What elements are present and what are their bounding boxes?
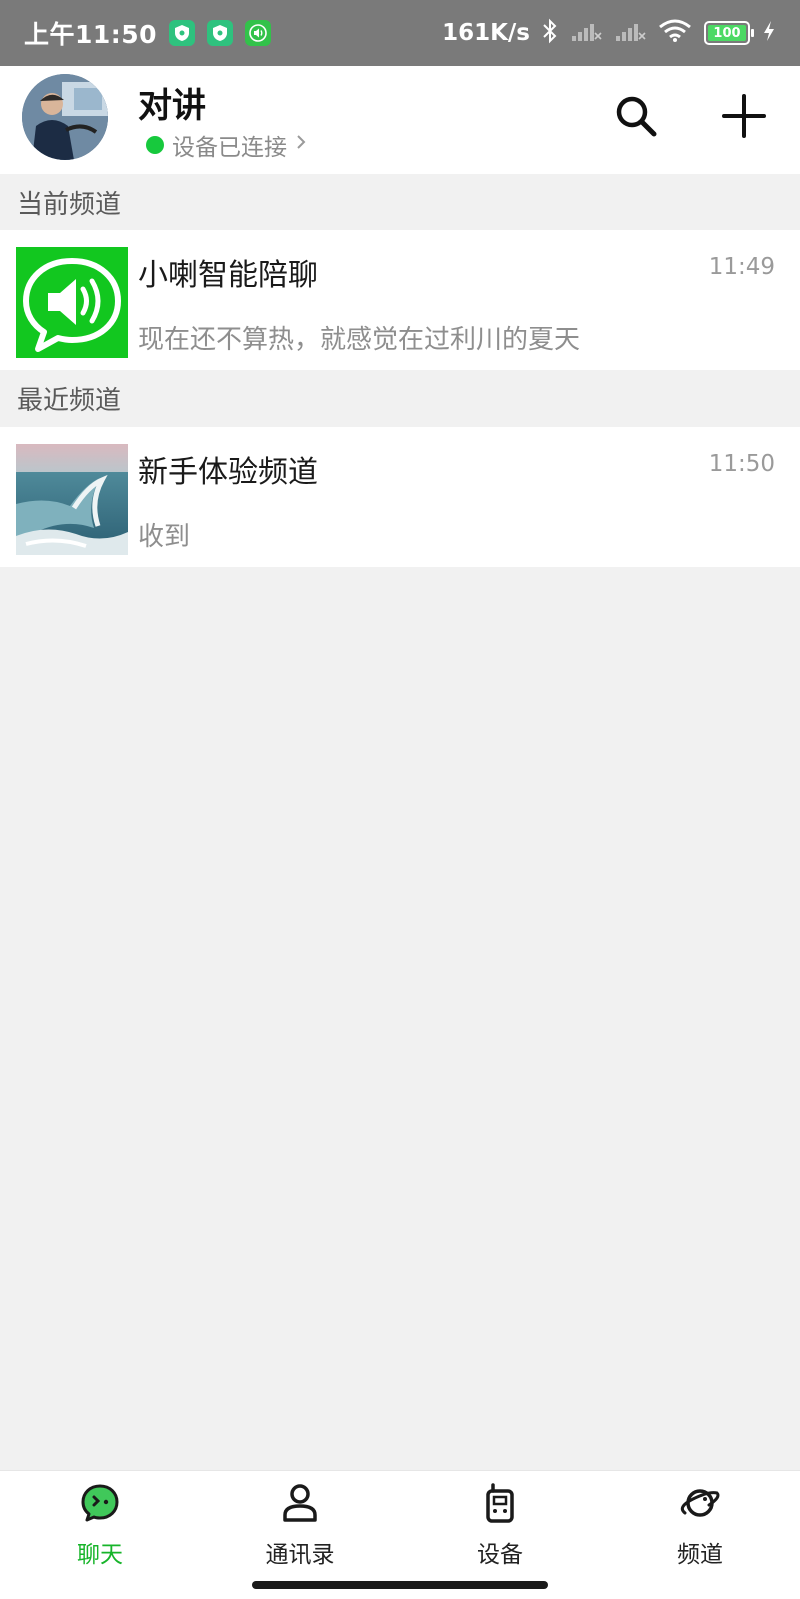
current-channel-row[interactable]: 小喇智能陪聊 11:49 现在还不算热，就感觉在过利川的夏天 bbox=[0, 230, 800, 370]
bottom-navigation: 聊天 通讯录 设备 频道 bbox=[0, 1470, 800, 1599]
search-icon bbox=[614, 94, 658, 142]
avatar[interactable] bbox=[22, 74, 108, 160]
channel-name: 新手体验频道 bbox=[138, 455, 318, 490]
tab-channels[interactable]: 频道 bbox=[600, 1471, 800, 1599]
battery-level: 100 bbox=[708, 25, 746, 41]
status-bar-left: 上午11:50 bbox=[24, 15, 272, 51]
signal-icon bbox=[570, 20, 602, 46]
tab-device-label: 设备 bbox=[477, 1542, 523, 1568]
plus-icon bbox=[722, 94, 766, 142]
wifi-icon bbox=[658, 19, 692, 47]
network-speed: 161K/s bbox=[442, 20, 530, 46]
chat-bubble-icon bbox=[78, 1481, 122, 1525]
shield-app-icon bbox=[207, 20, 234, 46]
signal-icon bbox=[614, 20, 646, 46]
tab-contacts[interactable]: 通讯录 bbox=[200, 1471, 400, 1599]
tab-chat[interactable]: 聊天 bbox=[0, 1471, 200, 1599]
tab-contacts-label: 通讯录 bbox=[265, 1542, 335, 1568]
person-icon bbox=[278, 1481, 322, 1525]
ocean-wave-image bbox=[16, 444, 128, 555]
tab-device[interactable]: 设备 bbox=[400, 1471, 600, 1599]
shield-app-icon bbox=[169, 20, 196, 46]
bluetooth-icon bbox=[542, 18, 558, 48]
search-button[interactable] bbox=[608, 90, 664, 146]
tab-chat-label: 聊天 bbox=[77, 1542, 123, 1568]
channel-last-message: 现在还不算热，就感觉在过利川的夏天 bbox=[138, 325, 581, 355]
channel-name: 小喇智能陪聊 bbox=[138, 258, 318, 293]
home-indicator[interactable] bbox=[252, 1581, 548, 1589]
channel-time: 11:50 bbox=[708, 451, 775, 477]
recent-channel-row[interactable]: 新手体验频道 11:50 收到 bbox=[0, 427, 800, 567]
speaker-bubble-icon bbox=[16, 258, 128, 358]
channel-last-message: 收到 bbox=[138, 522, 191, 552]
battery-icon: 100 bbox=[704, 21, 754, 45]
speaker-app-icon bbox=[245, 20, 272, 46]
page-title: 对讲 bbox=[138, 86, 206, 126]
tab-channels-label: 频道 bbox=[677, 1542, 723, 1568]
device-connection-status[interactable]: 设备已连接 bbox=[146, 128, 307, 162]
section-header-current: 当前频道 bbox=[0, 174, 800, 230]
add-button[interactable] bbox=[716, 90, 772, 146]
channel-thumbnail bbox=[16, 247, 128, 358]
channel-time: 11:49 bbox=[708, 254, 775, 280]
section-header-recent: 最近频道 bbox=[0, 370, 800, 426]
connection-status-label: 设备已连接 bbox=[172, 135, 287, 161]
status-time: 上午11:50 bbox=[24, 20, 158, 49]
walkie-talkie-icon bbox=[478, 1481, 522, 1525]
charging-icon bbox=[762, 20, 776, 46]
connected-dot-icon bbox=[146, 136, 164, 154]
app-header: 对讲 设备已连接 bbox=[0, 66, 800, 174]
planet-icon bbox=[678, 1481, 722, 1525]
status-bar: 上午11:50 161K/s 100 bbox=[0, 0, 800, 66]
status-bar-right: 161K/s 100 bbox=[442, 18, 776, 48]
chevron-right-icon bbox=[295, 132, 307, 158]
